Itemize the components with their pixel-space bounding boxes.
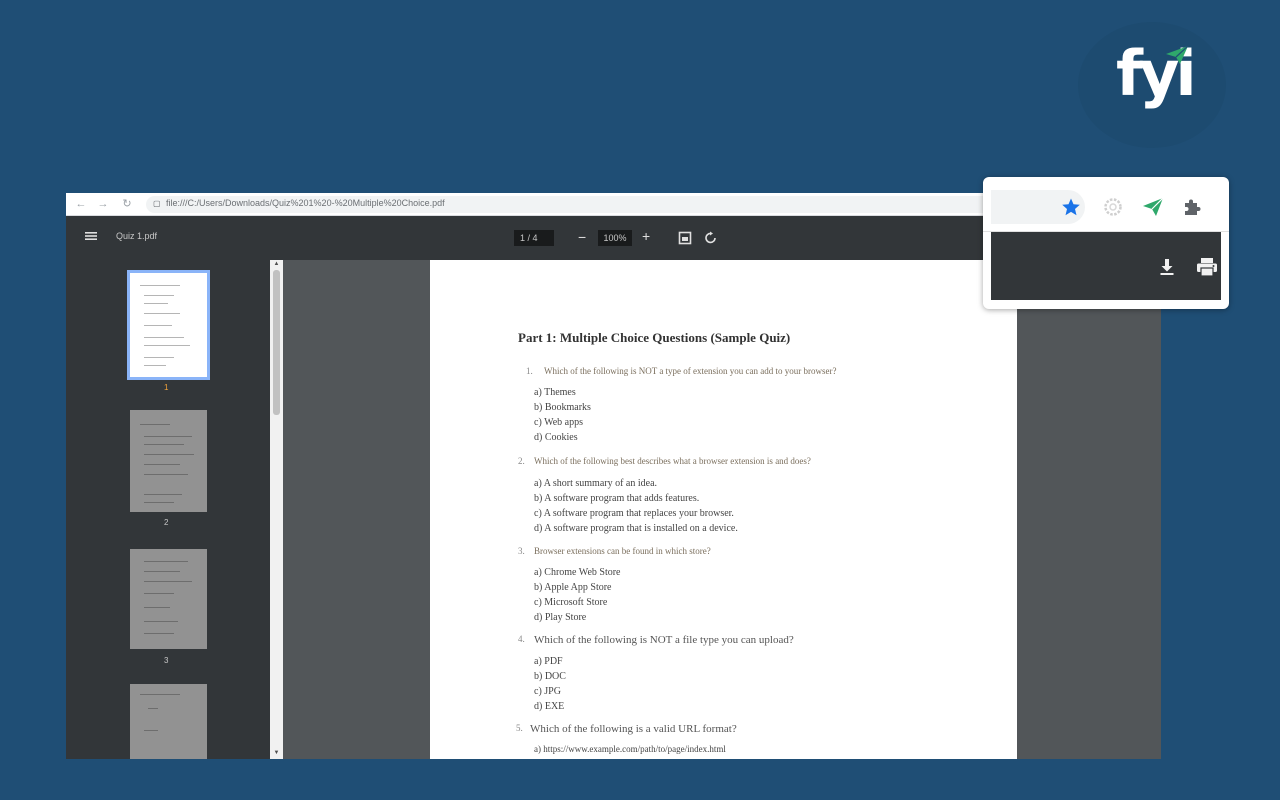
thumbnail-label: 3 xyxy=(164,656,168,665)
answer-option: d) A software program that is installed … xyxy=(534,523,738,534)
answer-option: a) Themes xyxy=(534,387,576,398)
answer-option: c) Microsoft Store xyxy=(534,597,607,608)
rotate-icon[interactable] xyxy=(704,231,718,245)
answer-option: d) Play Store xyxy=(534,612,586,623)
zoom-in-button[interactable]: + xyxy=(642,228,650,244)
answer-option: a) https://www.example.com/path/to/page/… xyxy=(534,744,726,754)
question-text: Which of the following is a valid URL fo… xyxy=(530,723,737,735)
scroll-up-icon[interactable]: ▲ xyxy=(273,261,280,267)
question-text: Which of the following is NOT a type of … xyxy=(544,366,837,376)
question-text: Which of the following is NOT a file typ… xyxy=(534,634,794,646)
puzzle-icon[interactable] xyxy=(1182,197,1202,217)
thumbnail-sidebar: 1 2 3 4 xyxy=(66,260,270,759)
answer-option: c) A software program that replaces your… xyxy=(534,508,734,519)
answer-option: c) JPG xyxy=(534,686,561,697)
back-icon[interactable]: ← xyxy=(74,197,88,211)
answer-option: b) A software program that adds features… xyxy=(534,493,699,504)
download-icon[interactable] xyxy=(1157,257,1177,277)
page-thumbnail[interactable] xyxy=(130,273,207,377)
answer-option: b) DOC xyxy=(534,671,566,682)
question-number: 3. xyxy=(518,546,525,556)
document-name: Quiz 1.pdf xyxy=(116,231,157,241)
answer-option: a) A short summary of an idea. xyxy=(534,478,657,489)
page-thumbnail[interactable] xyxy=(130,549,207,649)
fit-page-icon[interactable] xyxy=(678,231,692,245)
scroll-thumb[interactable] xyxy=(273,270,280,415)
answer-option: a) Chrome Web Store xyxy=(534,567,621,578)
answer-option: d) EXE xyxy=(534,701,564,712)
omnibox-end xyxy=(991,190,1085,224)
question-number: 5. xyxy=(516,723,523,733)
file-icon: ▢ xyxy=(153,199,161,209)
answer-option: a) PDF xyxy=(534,656,563,667)
zoom-out-button[interactable]: − xyxy=(578,229,586,245)
print-icon[interactable] xyxy=(1196,257,1218,277)
answer-option: c) Web apps xyxy=(534,417,583,428)
url-text[interactable]: file:///C:/Users/Downloads/Quiz%201%20-%… xyxy=(166,198,445,208)
forward-icon[interactable]: → xyxy=(96,197,110,211)
question-text: Browser extensions can be found in which… xyxy=(534,546,711,556)
menu-icon[interactable] xyxy=(84,229,98,243)
page-thumbnail[interactable] xyxy=(130,684,207,759)
document-title: Part 1: Multiple Choice Questions (Sampl… xyxy=(518,330,790,346)
question-text: Which of the following best describes wh… xyxy=(534,456,811,466)
answer-option: b) Bookmarks xyxy=(534,402,591,413)
sidebar-scrollbar[interactable]: ▲ ▼ xyxy=(270,260,283,759)
extension-popup xyxy=(983,177,1229,309)
question-number: 2. xyxy=(518,456,525,466)
thumbnail-label: 2 xyxy=(164,518,168,527)
answer-option: d) Cookies xyxy=(534,432,578,443)
answer-option: b) Apple App Store xyxy=(534,582,612,593)
page-thumbnail[interactable] xyxy=(130,410,207,512)
page-number-input[interactable]: 1 / 4 xyxy=(514,230,554,246)
fyi-plane-icon[interactable] xyxy=(1143,198,1163,216)
question-number: 4. xyxy=(518,634,525,644)
scroll-down-icon[interactable]: ▼ xyxy=(273,750,280,756)
pdf-page: Part 1: Multiple Choice Questions (Sampl… xyxy=(430,260,1017,759)
extension-gear-icon[interactable] xyxy=(1103,197,1123,217)
thumbnail-label: 1 xyxy=(164,383,168,392)
reload-icon[interactable]: ↻ xyxy=(120,197,134,211)
question-number: 1. xyxy=(526,366,533,376)
paper-plane-icon xyxy=(1166,46,1188,64)
pdf-toolbar-end xyxy=(991,232,1221,300)
star-icon[interactable] xyxy=(1061,197,1081,217)
zoom-input[interactable]: 100% xyxy=(598,230,632,246)
